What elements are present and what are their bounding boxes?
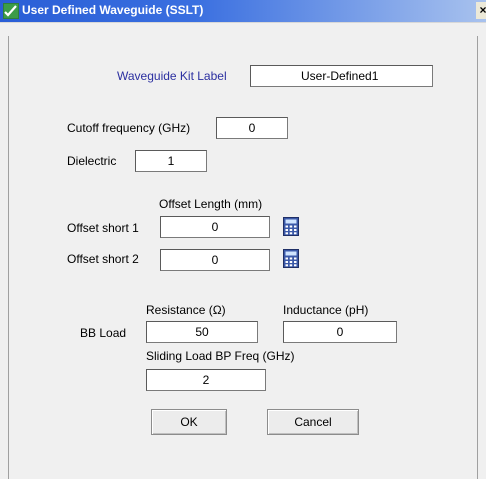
frame-border-right xyxy=(477,36,478,479)
dialog-window: User Defined Waveguide (SSLT) × Waveguid… xyxy=(0,0,486,479)
inductance-label: Inductance (pH) xyxy=(283,303,369,317)
inductance-input[interactable]: 0 xyxy=(283,321,397,343)
resistance-input[interactable]: 50 xyxy=(146,321,258,343)
title-bar[interactable]: User Defined Waveguide (SSLT) × xyxy=(0,0,486,22)
title-separator xyxy=(0,22,486,23)
frame-border-left xyxy=(8,36,9,479)
window-title: User Defined Waveguide (SSLT) xyxy=(22,3,204,17)
sliding-load-label: Sliding Load BP Freq (GHz) xyxy=(146,349,295,363)
app-icon xyxy=(3,3,19,19)
calculator-icon[interactable] xyxy=(283,217,299,236)
ok-button[interactable]: OK xyxy=(151,409,227,435)
calculator-icon[interactable] xyxy=(283,249,299,268)
offset-short2-label: Offset short 2 xyxy=(67,252,139,266)
offset-short2-input[interactable]: 0 xyxy=(160,249,270,271)
kit-label-input[interactable]: User-Defined1 xyxy=(250,65,433,87)
offset-length-header: Offset Length (mm) xyxy=(159,197,263,211)
offset-short1-input[interactable]: 0 xyxy=(160,216,270,238)
cancel-button[interactable]: Cancel xyxy=(267,409,359,435)
sliding-load-input[interactable]: 2 xyxy=(146,369,266,391)
dielectric-label: Dielectric xyxy=(67,154,117,168)
cutoff-frequency-label: Cutoff frequency (GHz) xyxy=(67,121,191,135)
close-button[interactable]: × xyxy=(476,2,486,19)
resistance-label: Resistance (Ω) xyxy=(146,303,226,317)
bb-load-label: BB Load xyxy=(80,326,127,340)
kit-label: Waveguide Kit Label xyxy=(117,69,227,83)
offset-short1-label: Offset short 1 xyxy=(67,221,139,235)
dielectric-input[interactable]: 1 xyxy=(135,150,207,172)
cutoff-frequency-input[interactable]: 0 xyxy=(216,117,288,139)
